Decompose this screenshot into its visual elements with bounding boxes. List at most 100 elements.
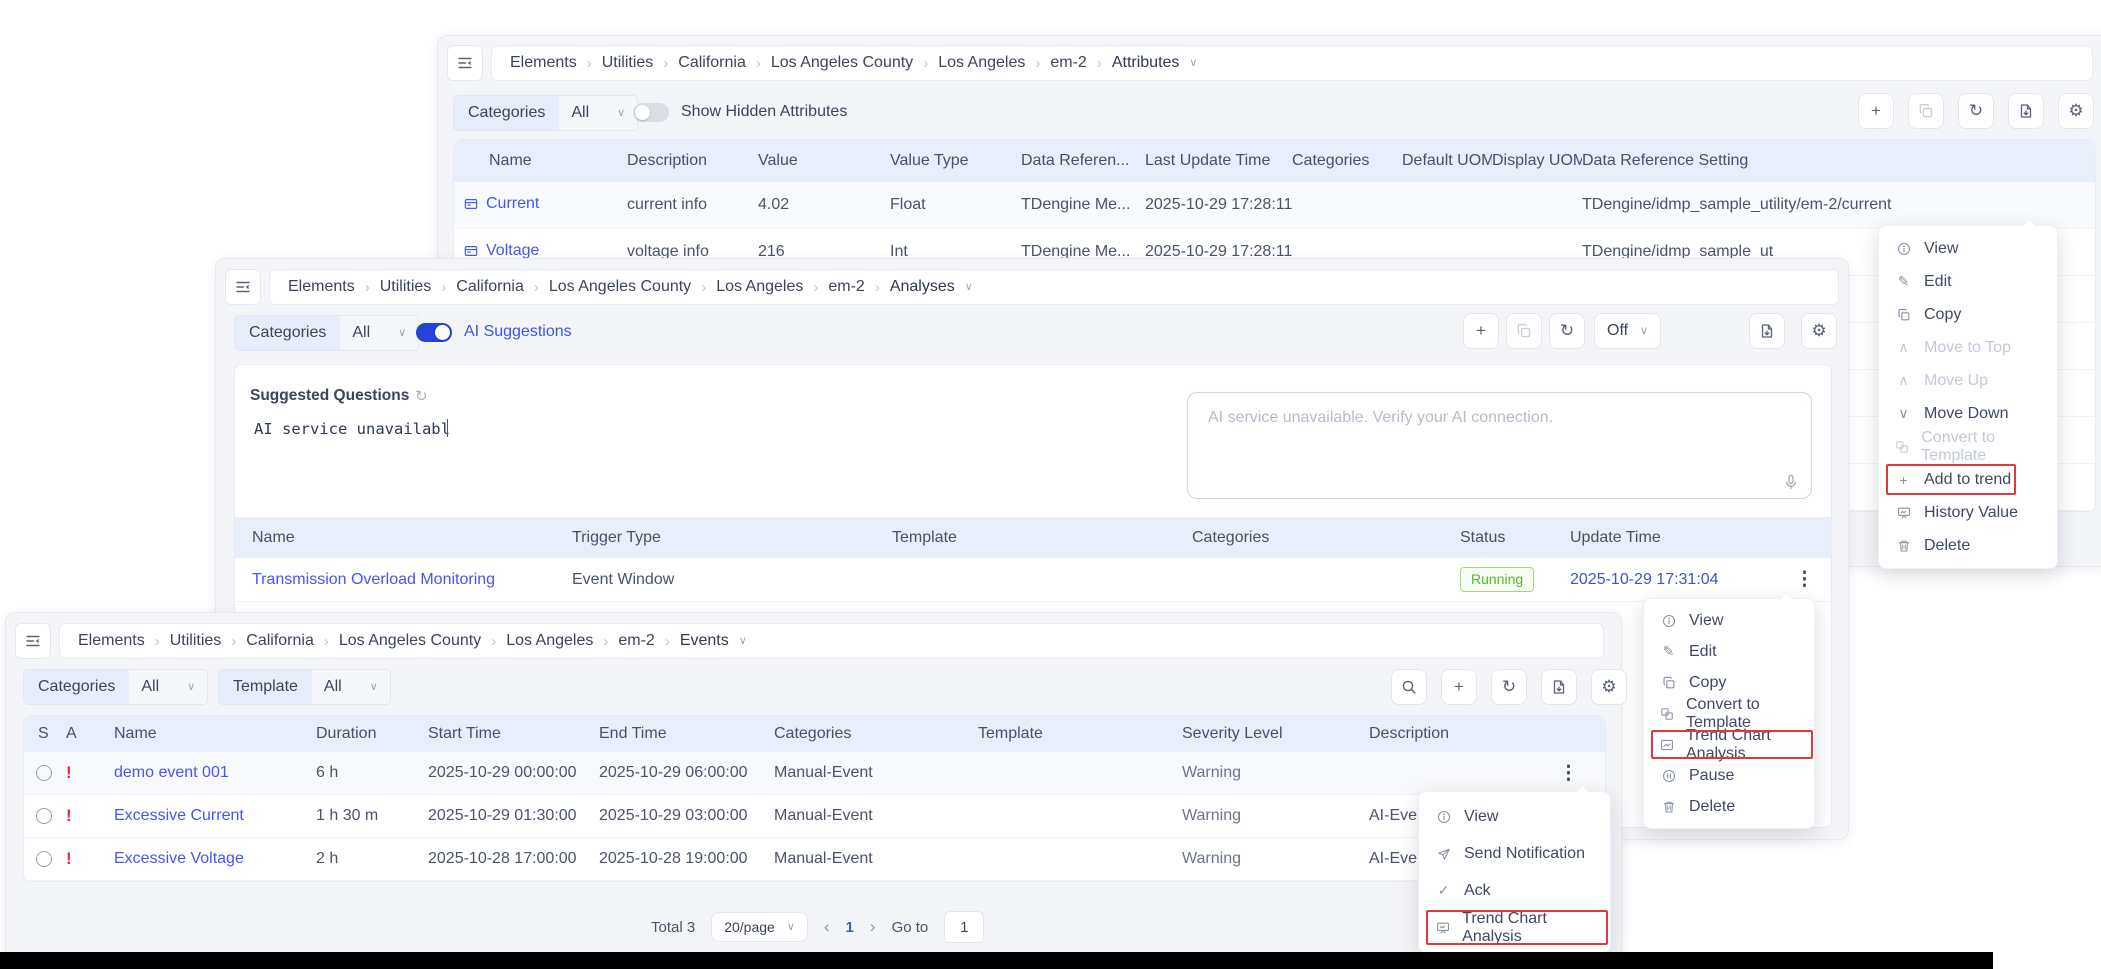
categories-filter[interactable]: Categories All∨ xyxy=(453,95,638,131)
menu-item-ack[interactable]: ✓Ack xyxy=(1419,872,1610,909)
table-row-event[interactable]: ! Excessive Voltage 2 h 2025-10-28 17:00… xyxy=(24,838,1605,881)
menu-item-delete[interactable]: Delete xyxy=(1879,529,2057,562)
categories-filter[interactable]: Categories All∨ xyxy=(234,315,419,351)
menu-item-move-down[interactable]: ∨Move Down xyxy=(1879,397,2057,430)
check-icon: ✓ xyxy=(1435,882,1452,899)
next-page-button[interactable]: › xyxy=(870,917,876,937)
add-attribute-button[interactable]: + xyxy=(1858,93,1894,129)
breadcrumb-item-elements[interactable]: Elements xyxy=(288,278,355,296)
event-name-link[interactable]: Excessive Current xyxy=(114,807,244,824)
menu-item-trend-chart-analysis[interactable]: Trend Chart Analysis xyxy=(1419,909,1610,946)
breadcrumb-item-california[interactable]: California xyxy=(456,278,524,296)
row-actions-kebab[interactable]: ⋮ xyxy=(1795,569,1814,590)
export-button[interactable] xyxy=(1541,669,1577,705)
menu-item-send-notification[interactable]: Send Notification xyxy=(1419,835,1610,872)
breadcrumb-item-california[interactable]: California xyxy=(246,632,314,650)
ai-suggestions-toggle[interactable] xyxy=(416,323,452,342)
menu-item-view[interactable]: View xyxy=(1644,605,1814,636)
menu-item-pause[interactable]: Pause xyxy=(1644,760,1814,791)
settings-button[interactable]: ⚙ xyxy=(2058,93,2094,129)
table-row-event[interactable]: ! demo event 001 6 h 2025-10-29 00:00:00… xyxy=(24,752,1605,795)
copy-attribute-button[interactable] xyxy=(1908,93,1944,129)
refresh-button[interactable]: ↻ xyxy=(1491,669,1527,705)
menu-item-view[interactable]: View xyxy=(1419,798,1610,835)
row-actions-kebab[interactable]: ⋮ xyxy=(1559,763,1578,784)
breadcrumb-item-em-2[interactable]: em-2 xyxy=(618,632,654,650)
prev-page-button[interactable]: ‹ xyxy=(824,917,830,937)
menu-item-edit[interactable]: ✎Edit xyxy=(1644,636,1814,667)
breadcrumb-item-elements[interactable]: Elements xyxy=(510,54,577,72)
template-filter[interactable]: Template All∨ xyxy=(218,669,391,705)
add-analysis-button[interactable]: + xyxy=(1463,313,1499,349)
breadcrumb-item-los-angeles[interactable]: Los Angeles xyxy=(938,54,1025,72)
breadcrumb-separator: › xyxy=(663,55,668,72)
breadcrumb-item-la-county[interactable]: Los Angeles County xyxy=(549,278,691,296)
table-row-current[interactable]: Current current info 4.02 Float TDengine… xyxy=(454,182,2095,229)
events-table: S A Name Duration Start Time End Time Ca… xyxy=(23,715,1606,882)
breadcrumb: Elements › Utilities › California › Los … xyxy=(269,269,1839,305)
menu-item-view[interactable]: View xyxy=(1879,232,2057,265)
view-selector[interactable]: Events xyxy=(680,632,729,650)
breadcrumb-item-los-angeles[interactable]: Los Angeles xyxy=(716,278,803,296)
settings-button[interactable]: ⚙ xyxy=(1801,313,1837,349)
menu-item-trend-chart-analysis[interactable]: Trend Chart Analysis xyxy=(1644,729,1814,760)
page-size-select[interactable]: 20/page ∨ xyxy=(711,912,808,942)
refresh-button[interactable]: ↻ xyxy=(1958,93,1994,129)
view-selector[interactable]: Attributes xyxy=(1112,54,1180,72)
chevron-down-icon: ∨ xyxy=(787,922,795,933)
refresh-suggestions-icon[interactable]: ↻ xyxy=(415,387,428,405)
ai-question-input[interactable]: AI service unavailable. Verify your AI c… xyxy=(1187,392,1812,499)
off-dropdown[interactable]: Off ∨ xyxy=(1594,313,1661,349)
breadcrumb-item-utilities[interactable]: Utilities xyxy=(602,54,654,72)
copy-analysis-button[interactable] xyxy=(1506,313,1542,349)
categories-filter[interactable]: Categories All∨ xyxy=(23,669,208,705)
breadcrumb-item-utilities[interactable]: Utilities xyxy=(170,632,222,650)
breadcrumb-item-la-county[interactable]: Los Angeles County xyxy=(339,632,481,650)
event-state-icon[interactable] xyxy=(36,765,52,781)
mic-icon[interactable] xyxy=(1783,474,1799,490)
menu-item-copy[interactable]: Copy xyxy=(1644,667,1814,698)
breadcrumb-item-em-2[interactable]: em-2 xyxy=(1050,54,1086,72)
show-hidden-attributes-toggle[interactable] xyxy=(633,103,669,122)
gear-icon: ⚙ xyxy=(1601,677,1616,697)
table-row-analysis[interactable]: Transmission Overload Monitoring Event W… xyxy=(235,558,1831,602)
data-reference-setting-link[interactable]: TDengine/idmp_sample_utility/em-2/curren… xyxy=(1582,182,1902,229)
goto-page-input[interactable] xyxy=(944,911,984,943)
event-state-icon[interactable] xyxy=(36,808,52,824)
attribute-name-link[interactable]: Voltage xyxy=(486,242,539,260)
event-name-link[interactable]: demo event 001 xyxy=(114,764,229,781)
menu-item-convert-to-template[interactable]: Convert to Template xyxy=(1644,698,1814,729)
breadcrumb-item-utilities[interactable]: Utilities xyxy=(380,278,432,296)
breadcrumb-item-em-2[interactable]: em-2 xyxy=(828,278,864,296)
search-button[interactable] xyxy=(1391,669,1427,705)
menu-item-add-to-trend[interactable]: +Add to trend xyxy=(1879,463,2057,496)
table-row-event[interactable]: ! Excessive Current 1 h 30 m 2025-10-29 … xyxy=(24,795,1605,838)
analysis-name-link[interactable]: Transmission Overload Monitoring xyxy=(252,571,495,588)
pause-icon xyxy=(1660,769,1677,783)
attribute-name-link[interactable]: Current xyxy=(486,195,539,213)
event-name-link[interactable]: Excessive Voltage xyxy=(114,850,244,867)
breadcrumb-item-elements[interactable]: Elements xyxy=(78,632,145,650)
add-event-button[interactable]: + xyxy=(1441,669,1477,705)
export-button[interactable] xyxy=(2008,93,2044,129)
menu-item-delete[interactable]: Delete xyxy=(1644,791,1814,822)
breadcrumb-item-la-county[interactable]: Los Angeles County xyxy=(771,54,913,72)
refresh-icon: ↻ xyxy=(1560,321,1574,341)
collapse-sidebar-icon[interactable] xyxy=(15,623,51,659)
export-button[interactable] xyxy=(1749,313,1785,349)
refresh-button[interactable]: ↻ xyxy=(1549,313,1585,349)
breadcrumb-item-california[interactable]: California xyxy=(678,54,746,72)
trend-chart-icon xyxy=(1435,921,1450,935)
collapse-sidebar-icon[interactable] xyxy=(225,269,261,305)
bottom-black-bar xyxy=(0,952,1993,969)
menu-item-history-value[interactable]: History Value xyxy=(1879,496,2057,529)
breadcrumb-item-los-angeles[interactable]: Los Angeles xyxy=(506,632,593,650)
collapse-sidebar-icon[interactable] xyxy=(447,45,483,81)
menu-item-edit[interactable]: ✎Edit xyxy=(1879,265,2057,298)
current-page[interactable]: 1 xyxy=(846,919,854,936)
event-state-icon[interactable] xyxy=(36,851,52,867)
view-selector[interactable]: Analyses xyxy=(890,278,955,296)
settings-button[interactable]: ⚙ xyxy=(1591,669,1627,705)
refresh-icon: ↻ xyxy=(1969,101,1983,121)
menu-item-copy[interactable]: Copy xyxy=(1879,298,2057,331)
